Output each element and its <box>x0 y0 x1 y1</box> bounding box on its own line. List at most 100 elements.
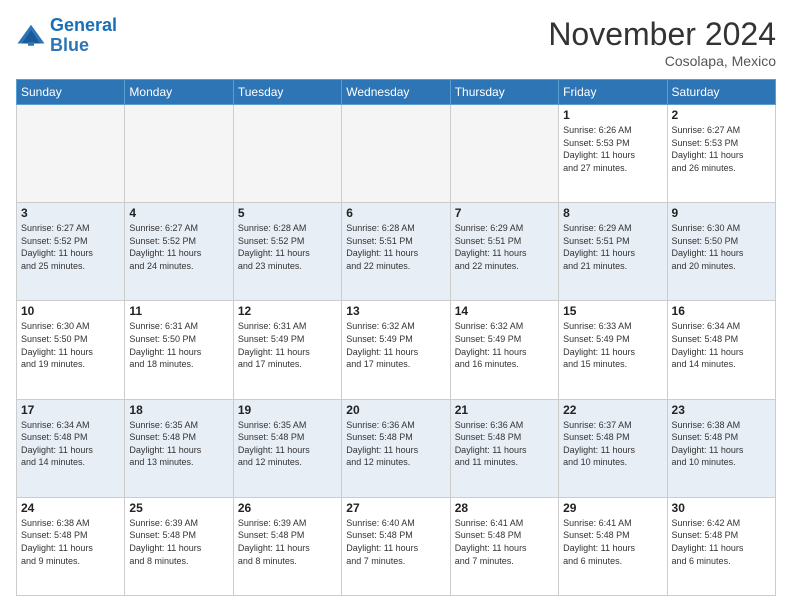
day-info: Sunrise: 6:40 AM Sunset: 5:48 PM Dayligh… <box>346 517 445 567</box>
day-number: 14 <box>455 304 554 318</box>
day-info: Sunrise: 6:31 AM Sunset: 5:50 PM Dayligh… <box>129 320 228 370</box>
logo: General Blue <box>16 16 117 56</box>
day-number: 27 <box>346 501 445 515</box>
day-info: Sunrise: 6:27 AM Sunset: 5:53 PM Dayligh… <box>672 124 771 174</box>
day-info: Sunrise: 6:31 AM Sunset: 5:49 PM Dayligh… <box>238 320 337 370</box>
day-number: 10 <box>21 304 120 318</box>
day-info: Sunrise: 6:30 AM Sunset: 5:50 PM Dayligh… <box>21 320 120 370</box>
calendar-day <box>125 105 233 203</box>
calendar-day: 11 Sunrise: 6:31 AM Sunset: 5:50 PM Dayli… <box>125 301 233 399</box>
calendar-day: 29 Sunrise: 6:41 AM Sunset: 5:48 PM Dayli… <box>559 497 667 595</box>
calendar-day: 3 Sunrise: 6:27 AM Sunset: 5:52 PM Daylig… <box>17 203 125 301</box>
calendar-day <box>450 105 558 203</box>
header-friday: Friday <box>559 80 667 105</box>
calendar-day: 14 Sunrise: 6:32 AM Sunset: 5:49 PM Dayli… <box>450 301 558 399</box>
calendar-day: 26 Sunrise: 6:39 AM Sunset: 5:48 PM Dayli… <box>233 497 341 595</box>
calendar-day: 15Sunrise: 6:33 AM Sunset: 5:49 PM Dayli… <box>559 301 667 399</box>
day-info: Sunrise: 6:27 AM Sunset: 5:52 PM Dayligh… <box>21 222 120 272</box>
day-number: 20 <box>346 403 445 417</box>
calendar-day: 19Sunrise: 6:35 AM Sunset: 5:48 PM Dayli… <box>233 399 341 497</box>
header-tuesday: Tuesday <box>233 80 341 105</box>
day-number: 5 <box>238 206 337 220</box>
logo-icon <box>16 21 46 51</box>
calendar-day: 23 Sunrise: 6:38 AM Sunset: 5:48 PM Dayli… <box>667 399 775 497</box>
calendar-day: 24 Sunrise: 6:38 AM Sunset: 5:48 PM Dayli… <box>17 497 125 595</box>
calendar-day: 27 Sunrise: 6:40 AM Sunset: 5:48 PM Dayli… <box>342 497 450 595</box>
day-number: 24 <box>21 501 120 515</box>
calendar-day: 6Sunrise: 6:28 AM Sunset: 5:51 PM Daylig… <box>342 203 450 301</box>
day-info: Sunrise: 6:30 AM Sunset: 5:50 PM Dayligh… <box>672 222 771 272</box>
day-number: 22 <box>563 403 662 417</box>
calendar-day <box>342 105 450 203</box>
calendar-day: 5 Sunrise: 6:28 AM Sunset: 5:52 PM Daylig… <box>233 203 341 301</box>
day-number: 23 <box>672 403 771 417</box>
day-info: Sunrise: 6:38 AM Sunset: 5:48 PM Dayligh… <box>21 517 120 567</box>
day-info: Sunrise: 6:42 AM Sunset: 5:48 PM Dayligh… <box>672 517 771 567</box>
title-block: November 2024 Cosolapa, Mexico <box>548 16 776 69</box>
day-info: Sunrise: 6:32 AM Sunset: 5:49 PM Dayligh… <box>455 320 554 370</box>
day-number: 29 <box>563 501 662 515</box>
calendar-week-row: 17Sunrise: 6:34 AM Sunset: 5:48 PM Dayli… <box>17 399 776 497</box>
day-number: 8 <box>563 206 662 220</box>
day-number: 13 <box>346 304 445 318</box>
calendar-day: 9 Sunrise: 6:30 AM Sunset: 5:50 PM Daylig… <box>667 203 775 301</box>
day-info: Sunrise: 6:33 AM Sunset: 5:49 PM Dayligh… <box>563 320 662 370</box>
logo-line2: Blue <box>50 36 117 56</box>
calendar-day: 18Sunrise: 6:35 AM Sunset: 5:48 PM Dayli… <box>125 399 233 497</box>
day-info: Sunrise: 6:28 AM Sunset: 5:52 PM Dayligh… <box>238 222 337 272</box>
calendar-day: 1 Sunrise: 6:26 AM Sunset: 5:53 PM Daylig… <box>559 105 667 203</box>
day-info: Sunrise: 6:28 AM Sunset: 5:51 PM Dayligh… <box>346 222 445 272</box>
day-number: 2 <box>672 108 771 122</box>
page: General Blue November 2024 Cosolapa, Mex… <box>0 0 792 612</box>
day-number: 25 <box>129 501 228 515</box>
day-info: Sunrise: 6:34 AM Sunset: 5:48 PM Dayligh… <box>21 419 120 469</box>
calendar-week-row: 10 Sunrise: 6:30 AM Sunset: 5:50 PM Dayli… <box>17 301 776 399</box>
day-info: Sunrise: 6:27 AM Sunset: 5:52 PM Dayligh… <box>129 222 228 272</box>
day-info: Sunrise: 6:41 AM Sunset: 5:48 PM Dayligh… <box>563 517 662 567</box>
day-number: 19 <box>238 403 337 417</box>
header: General Blue November 2024 Cosolapa, Mex… <box>16 16 776 69</box>
calendar-header-row: Sunday Monday Tuesday Wednesday Thursday… <box>17 80 776 105</box>
day-info: Sunrise: 6:36 AM Sunset: 5:48 PM Dayligh… <box>455 419 554 469</box>
calendar-day: 7 Sunrise: 6:29 AM Sunset: 5:51 PM Daylig… <box>450 203 558 301</box>
day-number: 12 <box>238 304 337 318</box>
calendar-day: 21 Sunrise: 6:36 AM Sunset: 5:48 PM Dayli… <box>450 399 558 497</box>
day-number: 11 <box>129 304 228 318</box>
header-sunday: Sunday <box>17 80 125 105</box>
day-number: 28 <box>455 501 554 515</box>
day-info: Sunrise: 6:34 AM Sunset: 5:48 PM Dayligh… <box>672 320 771 370</box>
day-number: 3 <box>21 206 120 220</box>
calendar-day: 22 Sunrise: 6:37 AM Sunset: 5:48 PM Dayli… <box>559 399 667 497</box>
day-number: 26 <box>238 501 337 515</box>
calendar-week-row: 1 Sunrise: 6:26 AM Sunset: 5:53 PM Daylig… <box>17 105 776 203</box>
calendar-week-row: 3 Sunrise: 6:27 AM Sunset: 5:52 PM Daylig… <box>17 203 776 301</box>
calendar-day <box>233 105 341 203</box>
calendar-day: 28 Sunrise: 6:41 AM Sunset: 5:48 PM Dayli… <box>450 497 558 595</box>
logo-line1: General <box>50 15 117 35</box>
header-saturday: Saturday <box>667 80 775 105</box>
calendar-day: 4 Sunrise: 6:27 AM Sunset: 5:52 PM Daylig… <box>125 203 233 301</box>
day-info: Sunrise: 6:35 AM Sunset: 5:48 PM Dayligh… <box>129 419 228 469</box>
day-number: 9 <box>672 206 771 220</box>
logo-text: General Blue <box>50 16 117 56</box>
day-number: 21 <box>455 403 554 417</box>
day-info: Sunrise: 6:26 AM Sunset: 5:53 PM Dayligh… <box>563 124 662 174</box>
day-info: Sunrise: 6:39 AM Sunset: 5:48 PM Dayligh… <box>238 517 337 567</box>
location: Cosolapa, Mexico <box>548 53 776 69</box>
calendar-day <box>17 105 125 203</box>
calendar-day: 13Sunrise: 6:32 AM Sunset: 5:49 PM Dayli… <box>342 301 450 399</box>
day-number: 30 <box>672 501 771 515</box>
day-info: Sunrise: 6:37 AM Sunset: 5:48 PM Dayligh… <box>563 419 662 469</box>
day-info: Sunrise: 6:38 AM Sunset: 5:48 PM Dayligh… <box>672 419 771 469</box>
day-number: 1 <box>563 108 662 122</box>
day-number: 7 <box>455 206 554 220</box>
calendar-day: 25 Sunrise: 6:39 AM Sunset: 5:48 PM Dayli… <box>125 497 233 595</box>
day-info: Sunrise: 6:41 AM Sunset: 5:48 PM Dayligh… <box>455 517 554 567</box>
calendar-day: 12 Sunrise: 6:31 AM Sunset: 5:49 PM Dayli… <box>233 301 341 399</box>
calendar-table: Sunday Monday Tuesday Wednesday Thursday… <box>16 79 776 596</box>
day-info: Sunrise: 6:29 AM Sunset: 5:51 PM Dayligh… <box>455 222 554 272</box>
calendar-week-row: 24 Sunrise: 6:38 AM Sunset: 5:48 PM Dayli… <box>17 497 776 595</box>
calendar-day: 16Sunrise: 6:34 AM Sunset: 5:48 PM Dayli… <box>667 301 775 399</box>
day-number: 4 <box>129 206 228 220</box>
day-info: Sunrise: 6:39 AM Sunset: 5:48 PM Dayligh… <box>129 517 228 567</box>
